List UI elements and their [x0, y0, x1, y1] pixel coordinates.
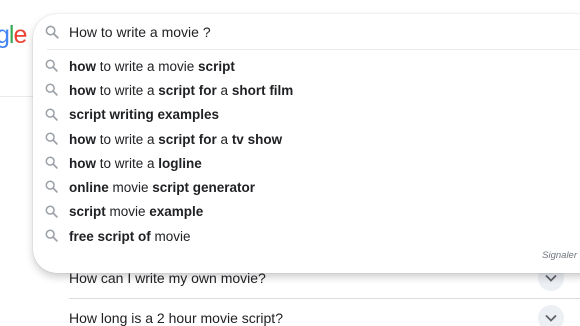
- suggestion-text: how to write a movie script: [69, 59, 235, 74]
- suggestion-text-bold: script: [69, 204, 106, 220]
- suggestion-text-bold: free script of: [69, 228, 151, 244]
- suggestion-text-plain: to write a: [96, 131, 159, 147]
- suggestion-item[interactable]: script movie example: [33, 200, 580, 224]
- suggestion-text-bold: script for: [158, 82, 217, 98]
- header-divider: [0, 96, 34, 97]
- suggestion-text-bold: how: [69, 155, 96, 171]
- suggestion-text-bold: script: [198, 58, 235, 74]
- suggestion-item[interactable]: how to write a script for a tv show: [33, 127, 580, 151]
- search-icon: [45, 108, 58, 121]
- suggestion-text-bold: script generator: [152, 180, 256, 196]
- suggestion-text-bold: short film: [231, 82, 294, 98]
- suggestion-text-bold: script for: [158, 131, 217, 147]
- suggestion-text-plain: a: [216, 131, 232, 147]
- search-box[interactable]: [33, 14, 580, 50]
- expand-chevron-button[interactable]: [538, 305, 564, 326]
- suggestion-item[interactable]: how to write a logline: [33, 151, 580, 175]
- google-logo[interactable]: gle: [0, 20, 27, 50]
- suggestion-text-plain: movie: [108, 180, 153, 196]
- suggestion-text: script movie example: [69, 204, 203, 219]
- search-icon: [45, 25, 59, 39]
- suggestion-list: how to write a movie script how to write …: [33, 54, 580, 248]
- chevron-down-icon: [545, 314, 557, 322]
- search-autocomplete-popup: how to write a movie scripthow to write …: [33, 14, 580, 273]
- search-icon: [45, 205, 58, 218]
- search-icon: [45, 180, 58, 194]
- search-icon: [45, 83, 58, 97]
- search-icon: [45, 229, 58, 242]
- search-results-page: gle How can I write my own movie? How lo…: [0, 0, 580, 326]
- suggestion-item[interactable]: online movie script generator: [33, 175, 580, 199]
- suggestion-item[interactable]: free script of movie: [33, 224, 580, 248]
- chevron-down-icon: [545, 274, 557, 282]
- suggestion-text-bold: example: [149, 204, 204, 220]
- logo-letter-e: e: [13, 21, 27, 49]
- suggestion-text-bold: script writing examples: [69, 107, 220, 123]
- suggestion-text: script writing examples: [69, 107, 219, 122]
- search-icon: [45, 59, 58, 72]
- suggestion-text: how to write a script for a short film: [69, 83, 293, 98]
- suggestion-text: online movie script generator: [69, 180, 255, 195]
- search-input[interactable]: [69, 22, 569, 42]
- report-inappropriate-predictions-link[interactable]: Signaler: [542, 250, 577, 261]
- related-question-text: How long is a 2 hour movie script?: [69, 310, 283, 326]
- search-icon: [45, 156, 58, 169]
- suggestion-text-plain: movie: [150, 228, 191, 244]
- suggestion-text-plain: a: [216, 82, 232, 98]
- suggestion-item[interactable]: how to write a script for a short film: [33, 78, 580, 102]
- suggestion-text-bold: tv show: [231, 131, 283, 147]
- search-icon: [45, 132, 58, 145]
- suggestion-text-bold: how: [69, 131, 96, 147]
- suggestion-text-plain: to write a: [96, 82, 159, 98]
- suggestion-item[interactable]: script writing examples: [33, 103, 580, 127]
- suggestion-text-plain: movie: [105, 204, 150, 220]
- suggestion-text: free script of movie: [69, 229, 191, 244]
- suggestion-text-bold: logline: [158, 155, 202, 171]
- related-question-row[interactable]: How long is a 2 hour movie script?: [69, 296, 569, 326]
- popup-divider: [47, 49, 580, 50]
- suggestion-text-plain: to write a movie: [96, 58, 199, 74]
- suggestion-text-bold: online: [69, 180, 109, 196]
- suggestion-item[interactable]: how to write a movie script: [33, 54, 580, 78]
- suggestion-text-bold: how: [69, 58, 96, 74]
- suggestion-text: how to write a script for a tv show: [69, 132, 282, 147]
- logo-letter-g: g: [0, 21, 10, 49]
- suggestion-text-bold: how: [69, 82, 96, 98]
- suggestion-text: how to write a logline: [69, 156, 202, 171]
- suggestion-text-plain: to write a: [96, 155, 159, 171]
